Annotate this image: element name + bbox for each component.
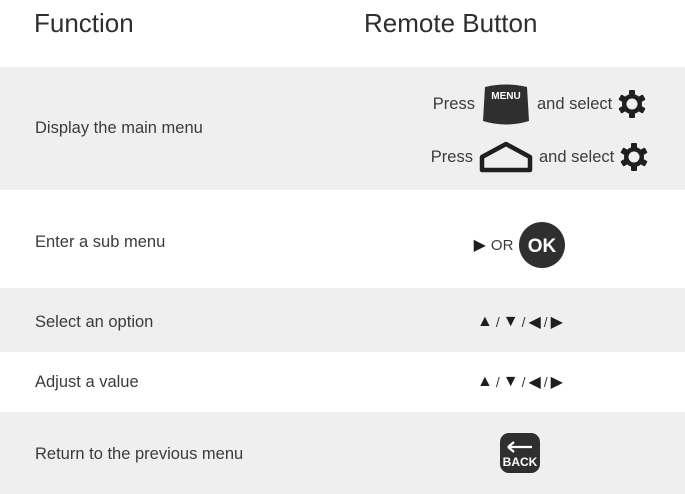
press-label: Press <box>430 147 473 166</box>
separator: / <box>495 374 500 390</box>
table-row: Enter a sub menu ▶ OR OK <box>0 190 685 288</box>
separator: / <box>521 314 526 330</box>
up-arrow-icon: ▲ <box>477 313 493 330</box>
function-label: Return to the previous menu <box>35 445 244 463</box>
separator: / <box>543 374 548 390</box>
menu-button-icon: MENU <box>480 81 532 127</box>
separator: / <box>521 374 526 390</box>
arrows-instruction: ▲ / ▼ / ◀ / ▶ <box>370 372 670 392</box>
ok-instruction: ▶ OR OK <box>370 221 670 269</box>
gear-icon <box>619 142 649 172</box>
left-arrow-icon: ◀ <box>528 314 541 331</box>
separator: / <box>543 314 548 330</box>
table-row: Display the main menu Press MENU and sel… <box>0 67 685 190</box>
down-arrow-icon: ▼ <box>502 313 519 330</box>
function-column-header: Function <box>34 8 134 38</box>
ok-button-text: OK <box>528 236 557 257</box>
remote-button-column-header: Remote Button <box>364 8 538 38</box>
function-label: Select an option <box>35 313 154 331</box>
home-instruction: Press and select <box>390 140 685 174</box>
table-header: Function Remote Button <box>0 0 685 62</box>
down-arrow-icon: ▼ <box>502 373 519 390</box>
select-label: and select <box>538 147 615 166</box>
select-label: and select <box>536 94 613 113</box>
menu-button-text: MENU <box>491 91 520 102</box>
separator: / <box>495 314 500 330</box>
function-label: Adjust a value <box>35 373 139 391</box>
menu-instruction: Press MENU and select <box>390 81 685 127</box>
table-row: Adjust a value ▲ / ▼ / ◀ / ▶ <box>0 352 685 412</box>
back-button-icon: BACK <box>499 432 541 474</box>
left-arrow-icon: ◀ <box>528 374 541 391</box>
home-icon <box>478 140 534 174</box>
up-arrow-icon: ▲ <box>477 373 493 390</box>
function-label: Enter a sub menu <box>35 233 166 251</box>
right-arrow-icon: ▶ <box>473 237 486 254</box>
back-instruction: BACK <box>370 432 670 474</box>
function-label: Display the main menu <box>35 119 203 137</box>
arrows-instruction: ▲ / ▼ / ◀ / ▶ <box>370 312 670 332</box>
press-label: Press <box>432 94 475 113</box>
or-label: OR <box>490 236 514 254</box>
right-arrow-icon: ▶ <box>550 374 563 391</box>
table-row: Return to the previous menu BACK <box>0 412 685 494</box>
table-row: Select an option ▲ / ▼ / ◀ / ▶ <box>0 288 685 352</box>
gear-icon <box>617 89 647 119</box>
back-button-text: BACK <box>503 455 538 469</box>
right-arrow-icon: ▶ <box>550 314 563 331</box>
ok-button-icon: OK <box>518 221 566 269</box>
